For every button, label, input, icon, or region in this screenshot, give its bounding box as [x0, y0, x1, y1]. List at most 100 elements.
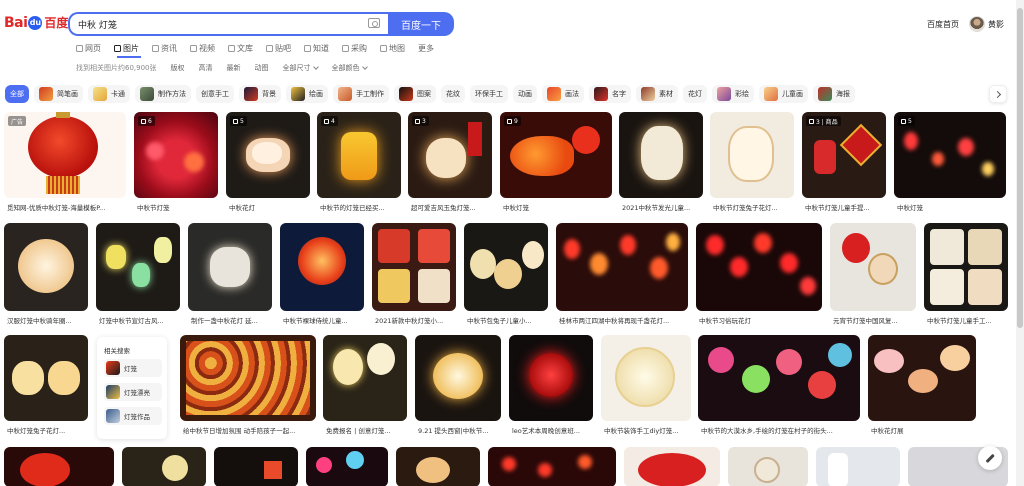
- related-item[interactable]: 灯笼作品: [104, 407, 162, 425]
- image-thumbnail[interactable]: [214, 447, 298, 486]
- image-thumbnail[interactable]: [180, 335, 316, 421]
- image-thumbnail[interactable]: [816, 447, 900, 486]
- tab-news[interactable]: 资讯: [152, 41, 177, 55]
- image-thumbnail[interactable]: [4, 335, 88, 421]
- chip[interactable]: 制作方法: [135, 85, 191, 103]
- image-card[interactable]: 中秋节包兔子儿童小...: [464, 223, 548, 327]
- image-thumbnail[interactable]: [830, 223, 916, 311]
- image-thumbnail[interactable]: [488, 447, 616, 486]
- image-thumbnail[interactable]: [556, 223, 688, 311]
- image-thumbnail[interactable]: [188, 223, 272, 311]
- image-card[interactable]: 中秋节灯笼兔子花灯...: [710, 112, 794, 212]
- filter-color[interactable]: 全部颜色: [332, 63, 368, 73]
- image-thumbnail[interactable]: [306, 447, 388, 486]
- image-card[interactable]: 中秋节灯笼儿童手工...: [924, 223, 1008, 327]
- image-thumbnail[interactable]: [868, 335, 976, 421]
- image-thumbnail[interactable]: [396, 447, 480, 486]
- image-card[interactable]: 中秋节习俗玩花灯: [696, 223, 822, 327]
- chevron-right-icon[interactable]: [989, 85, 1007, 103]
- tab-more[interactable]: 更多: [418, 41, 434, 55]
- image-thumbnail[interactable]: [323, 335, 407, 421]
- image-card[interactable]: 元宵节灯笼中国风复...: [830, 223, 916, 327]
- image-thumbnail[interactable]: [4, 447, 114, 486]
- image-thumbnail[interactable]: [372, 223, 456, 311]
- chip[interactable]: 简笔画: [34, 85, 83, 103]
- image-card[interactable]: 中秋花灯展: [868, 335, 976, 437]
- image-card[interactable]: 9 中秋灯笼: [500, 112, 612, 212]
- chip[interactable]: 彩绘: [712, 85, 754, 103]
- image-thumbnail[interactable]: 5: [894, 112, 1006, 198]
- image-card[interactable]: 中秋灯笼兔子花灯...: [4, 335, 88, 437]
- chip[interactable]: 创意手工: [196, 85, 234, 103]
- image-thumbnail[interactable]: 4: [317, 112, 401, 198]
- camera-icon[interactable]: [368, 18, 380, 28]
- filter-copyright[interactable]: 版权: [171, 63, 185, 73]
- username[interactable]: 黄影: [988, 19, 1004, 30]
- tab-web[interactable]: 网页: [76, 41, 101, 55]
- chip[interactable]: 绘画: [286, 85, 328, 103]
- search-input[interactable]: [78, 17, 358, 31]
- image-card[interactable]: 中秋节的大漠水乡,手绘的灯笼在村子的街头...: [698, 335, 860, 437]
- chip[interactable]: 名字: [589, 85, 631, 103]
- image-card[interactable]: [728, 447, 808, 486]
- image-card[interactable]: [488, 447, 616, 486]
- image-thumbnail[interactable]: [624, 447, 720, 486]
- image-card[interactable]: 灯笼中秋节宣灯古风...: [96, 223, 180, 327]
- image-thumbnail[interactable]: 5: [226, 112, 310, 198]
- tab-qa[interactable]: 知道: [304, 41, 329, 55]
- image-thumbnail[interactable]: 6: [134, 112, 218, 198]
- image-card[interactable]: leo艺术本周晚创意班...: [509, 335, 593, 437]
- chip[interactable]: 环保手工: [470, 85, 508, 103]
- image-thumbnail[interactable]: [122, 447, 206, 486]
- image-thumbnail[interactable]: [464, 223, 548, 311]
- image-card[interactable]: 桂林市两江四湖中秋将再现千盏花灯...: [556, 223, 688, 327]
- chip[interactable]: 背景: [239, 85, 281, 103]
- image-card[interactable]: 2021中秋节发光儿童...: [619, 112, 703, 212]
- image-thumbnail[interactable]: [710, 112, 794, 198]
- baidu-logo[interactable]: Bai du 百度: [4, 14, 68, 31]
- image-card[interactable]: [4, 447, 114, 486]
- image-card[interactable]: 免费报名 | 创意灯笼...: [323, 335, 407, 437]
- chip[interactable]: 花纹: [441, 85, 465, 103]
- image-card[interactable]: 5 中秋灯笼: [894, 112, 1006, 212]
- image-card[interactable]: [214, 447, 298, 486]
- image-thumbnail[interactable]: [4, 223, 88, 311]
- scrollbar-thumb[interactable]: [1017, 8, 1023, 328]
- image-card[interactable]: 9.21 提头西窗|中秋节...: [415, 335, 501, 437]
- related-item[interactable]: 灯笼漂亮: [104, 383, 162, 401]
- image-card[interactable]: 3 超可爱吉风玉兔灯笼...: [408, 112, 492, 212]
- image-thumbnail[interactable]: [619, 112, 703, 198]
- tab-image[interactable]: 图片: [114, 41, 139, 55]
- search-button[interactable]: 百度一下: [388, 12, 454, 36]
- chip[interactable]: 画法: [542, 85, 584, 103]
- image-card[interactable]: [306, 447, 388, 486]
- image-thumbnail[interactable]: 3: [408, 112, 492, 198]
- avatar[interactable]: [969, 16, 985, 32]
- image-thumbnail[interactable]: 9: [500, 112, 612, 198]
- chip[interactable]: 卡通: [88, 85, 130, 103]
- filter-hd[interactable]: 高清: [199, 63, 213, 73]
- chip[interactable]: 动画: [513, 85, 537, 103]
- image-thumbnail[interactable]: [698, 335, 860, 421]
- chip-all[interactable]: 全部: [5, 85, 29, 103]
- scrollbar[interactable]: [1016, 0, 1024, 486]
- related-item[interactable]: 灯笼: [104, 359, 162, 377]
- image-card[interactable]: 汉服灯笼中秋骑年圈...: [4, 223, 88, 327]
- image-card[interactable]: 5 中秋花灯: [226, 112, 310, 212]
- image-thumbnail[interactable]: [509, 335, 593, 421]
- image-card[interactable]: [122, 447, 206, 486]
- image-card[interactable]: 4 中秋节的灯笼已经买...: [317, 112, 401, 212]
- image-card[interactable]: [624, 447, 720, 486]
- tab-shop[interactable]: 采购: [342, 41, 367, 55]
- filter-size[interactable]: 全部尺寸: [283, 63, 319, 73]
- chip[interactable]: 海报: [813, 85, 855, 103]
- chip[interactable]: 素材: [636, 85, 678, 103]
- user-menu[interactable]: 黄影: [969, 16, 1004, 32]
- tab-map[interactable]: 地图: [380, 41, 405, 55]
- image-card[interactable]: 2021新款中秋灯笼小...: [372, 223, 456, 327]
- tab-doc[interactable]: 文库: [228, 41, 253, 55]
- image-card[interactable]: [396, 447, 480, 486]
- image-card[interactable]: 中秋节装饰手工diy灯笼...: [601, 335, 691, 437]
- image-thumbnail[interactable]: [696, 223, 822, 311]
- image-card[interactable]: 给中秋节日增加氛围 动手陪孩子一起...: [180, 335, 316, 437]
